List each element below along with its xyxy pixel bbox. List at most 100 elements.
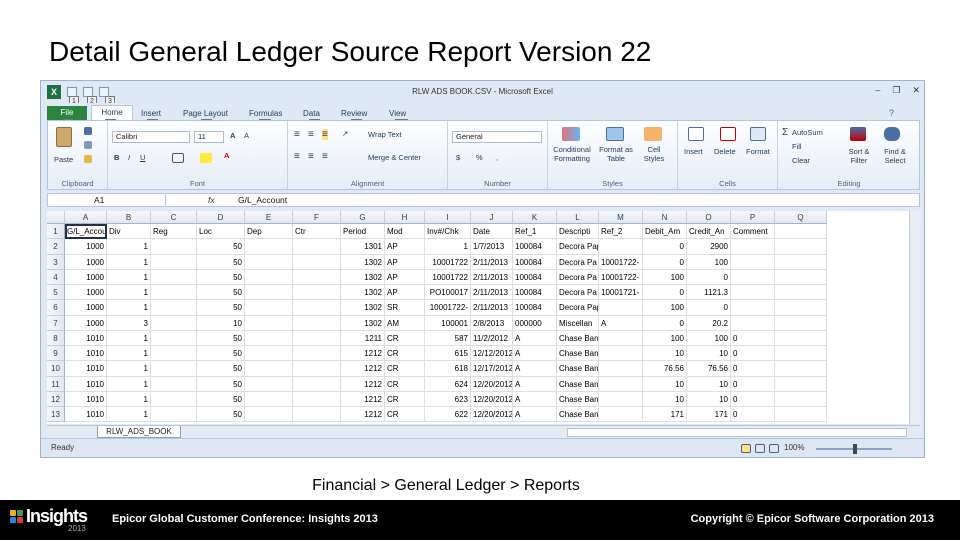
header-cell[interactable]: Comment <box>731 224 775 240</box>
align-bottom-icon[interactable]: ≡ <box>322 129 328 140</box>
table-cell[interactable]: A <box>599 315 643 331</box>
table-cell[interactable]: A <box>513 346 557 362</box>
row-header[interactable]: 13 <box>47 407 65 423</box>
header-cell[interactable]: Debit_Am <box>643 224 687 240</box>
header-cell[interactable]: Mod <box>385 224 425 240</box>
table-cell[interactable]: 10001722- <box>425 300 471 316</box>
table-cell[interactable]: 1 <box>107 376 151 392</box>
table-cell[interactable] <box>775 269 827 285</box>
table-cell[interactable]: Chase Ban <box>557 391 599 407</box>
row-header[interactable]: 9 <box>47 346 65 362</box>
table-cell[interactable]: Chase Ban <box>557 407 599 423</box>
table-cell[interactable]: AP <box>385 285 425 301</box>
header-cell[interactable]: Ref_1 <box>513 224 557 240</box>
table-cell[interactable]: 50 <box>197 239 245 255</box>
table-cell[interactable]: 1000 <box>65 239 107 255</box>
table-cell[interactable] <box>775 254 827 270</box>
table-cell[interactable]: Chase Ban <box>557 376 599 392</box>
table-cell[interactable]: 0 <box>643 254 687 270</box>
table-cell[interactable]: 12/20/2012 <box>471 376 513 392</box>
table-cell[interactable]: CR <box>385 376 425 392</box>
table-cell[interactable]: AP <box>385 239 425 255</box>
table-cell[interactable]: 1302 <box>341 269 385 285</box>
table-cell[interactable] <box>245 376 293 392</box>
table-cell[interactable] <box>293 285 341 301</box>
column-header[interactable]: G <box>341 211 385 224</box>
table-cell[interactable] <box>245 285 293 301</box>
table-cell[interactable]: 1 <box>107 239 151 255</box>
table-cell[interactable]: 50 <box>197 361 245 377</box>
column-header[interactable]: N <box>643 211 687 224</box>
table-cell[interactable]: 1121.3 <box>687 285 731 301</box>
table-cell[interactable]: 0 <box>687 269 731 285</box>
table-cell[interactable] <box>151 239 197 255</box>
table-cell[interactable]: CR <box>385 407 425 423</box>
table-cell[interactable] <box>731 254 775 270</box>
table-cell[interactable] <box>151 391 197 407</box>
table-cell[interactable]: 20.2 <box>687 315 731 331</box>
autosum-icon[interactable]: Σ <box>782 127 788 138</box>
delete-cells-icon[interactable] <box>720 127 736 141</box>
table-cell[interactable]: 100084 <box>513 285 557 301</box>
table-cell[interactable] <box>293 254 341 270</box>
table-cell[interactable]: 10 <box>687 346 731 362</box>
tab-formulas[interactable]: Formulas <box>249 109 282 118</box>
table-cell[interactable]: A <box>513 330 557 346</box>
find-select-icon[interactable] <box>884 127 900 141</box>
align-middle-icon[interactable]: ≡ <box>308 129 314 140</box>
table-cell[interactable]: 2/11/2013 <box>471 300 513 316</box>
table-cell[interactable]: 100 <box>643 269 687 285</box>
table-cell[interactable]: 50 <box>197 254 245 270</box>
table-cell[interactable] <box>293 391 341 407</box>
table-cell[interactable]: 1302 <box>341 315 385 331</box>
table-cell[interactable]: 2900 <box>687 239 731 255</box>
table-cell[interactable]: 1212 <box>341 361 385 377</box>
fill-color-icon[interactable] <box>200 153 212 163</box>
sheet-tab[interactable]: RLW_ADS_BOOK <box>97 426 181 438</box>
row-header[interactable]: 11 <box>47 376 65 392</box>
table-cell[interactable] <box>245 391 293 407</box>
find-select-button[interactable]: Find & Select <box>878 147 912 165</box>
table-cell[interactable]: Decora Pa <box>557 254 599 270</box>
table-cell[interactable]: 1000 <box>65 300 107 316</box>
table-cell[interactable]: 50 <box>197 407 245 423</box>
row-header[interactable]: 2 <box>47 239 65 255</box>
table-cell[interactable]: 0 <box>731 330 775 346</box>
grow-font-icon[interactable]: A <box>230 131 235 140</box>
table-cell[interactable] <box>731 239 775 255</box>
column-header[interactable]: P <box>731 211 775 224</box>
help-icon[interactable]: ? <box>889 108 894 118</box>
zoom-slider-thumb[interactable] <box>853 444 857 454</box>
minimize-icon[interactable]: – <box>875 85 880 96</box>
table-cell[interactable]: 100 <box>687 330 731 346</box>
table-cell[interactable] <box>245 346 293 362</box>
table-cell[interactable]: 76.56 <box>643 361 687 377</box>
table-cell[interactable] <box>151 346 197 362</box>
table-cell[interactable]: CR <box>385 361 425 377</box>
table-cell[interactable]: 1010 <box>65 346 107 362</box>
table-cell[interactable]: 623 <box>425 391 471 407</box>
column-header[interactable]: M <box>599 211 643 224</box>
table-cell[interactable] <box>293 239 341 255</box>
table-cell[interactable]: A <box>513 407 557 423</box>
select-all-corner[interactable] <box>47 211 65 224</box>
column-header[interactable]: L <box>557 211 599 224</box>
table-cell[interactable]: 1 <box>107 391 151 407</box>
table-cell[interactable]: 1 <box>107 269 151 285</box>
table-cell[interactable]: 1000 <box>65 315 107 331</box>
table-cell[interactable]: Decora Pa <box>557 269 599 285</box>
orientation-icon[interactable]: ↗ <box>342 129 348 138</box>
table-cell[interactable] <box>599 239 643 255</box>
table-cell[interactable]: CR <box>385 391 425 407</box>
sort-filter-icon[interactable] <box>850 127 866 141</box>
table-cell[interactable]: 1010 <box>65 361 107 377</box>
table-cell[interactable]: 11/2/2012 <box>471 330 513 346</box>
table-cell[interactable]: 50 <box>197 330 245 346</box>
table-cell[interactable] <box>151 376 197 392</box>
table-cell[interactable]: 1302 <box>341 285 385 301</box>
table-cell[interactable] <box>599 407 643 423</box>
table-cell[interactable]: 10 <box>687 391 731 407</box>
table-cell[interactable]: 50 <box>197 346 245 362</box>
tab-data[interactable]: Data <box>303 109 320 118</box>
table-cell[interactable]: 3 <box>107 315 151 331</box>
